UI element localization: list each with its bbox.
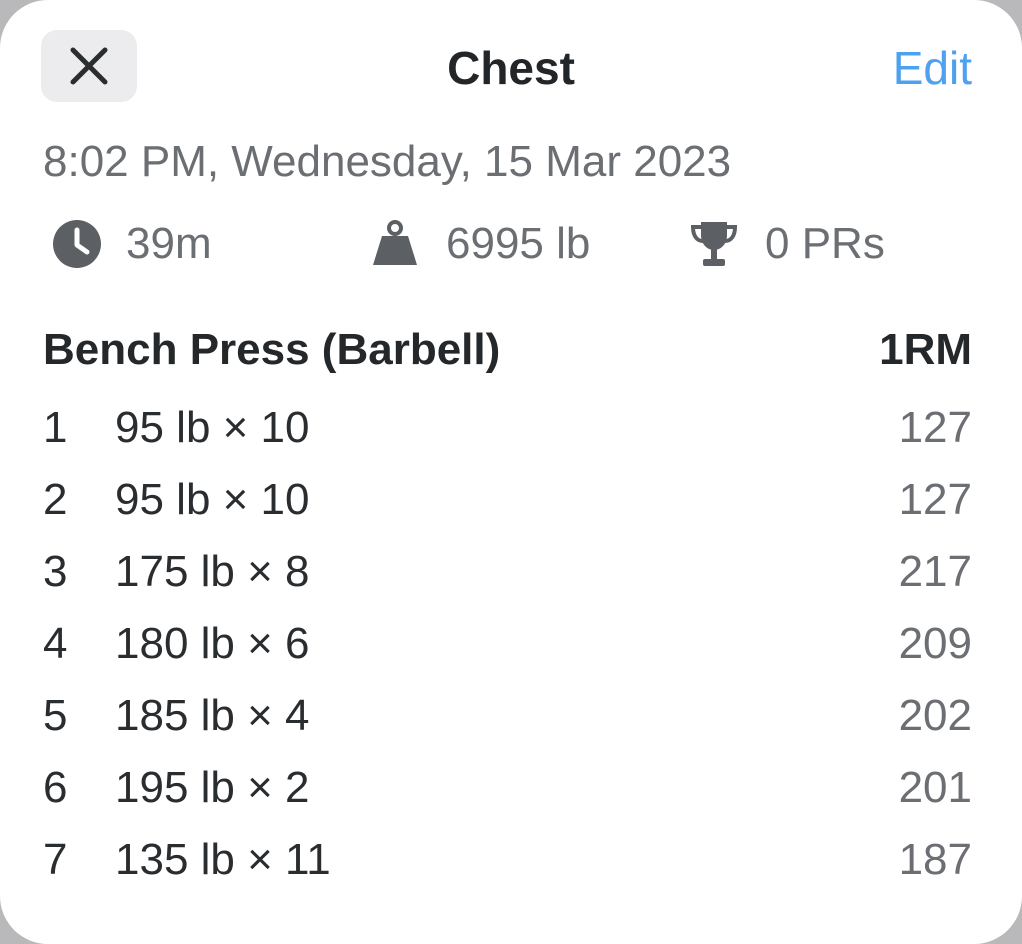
set-one-rm: 187 <box>898 835 972 884</box>
set-row: 6 195 lb × 2 201 <box>43 760 972 832</box>
set-number: 3 <box>43 547 68 596</box>
set-weight-reps: 180 lb × 6 <box>115 619 310 668</box>
set-one-rm: 201 <box>898 763 972 812</box>
weight-icon <box>370 219 420 269</box>
prs-value: 0 PRs <box>765 219 885 268</box>
set-number: 4 <box>43 619 68 668</box>
set-row: 3 175 lb × 8 217 <box>43 544 972 616</box>
set-row: 2 95 lb × 10 127 <box>43 472 972 544</box>
set-one-rm: 209 <box>898 619 972 668</box>
set-row: 7 135 lb × 11 187 <box>43 832 972 904</box>
clock-icon <box>52 219 102 269</box>
workout-detail-card: Chest Edit 8:02 PM, Wednesday, 15 Mar 20… <box>0 0 1022 944</box>
one-rm-column-label: 1RM <box>879 325 972 374</box>
set-weight-reps: 135 lb × 11 <box>115 835 331 884</box>
volume-value: 6995 lb <box>446 219 591 268</box>
set-weight-reps: 195 lb × 2 <box>115 763 310 812</box>
set-one-rm: 127 <box>898 475 972 524</box>
workout-stats: 39m 6995 lb 0 PRs <box>0 216 1022 272</box>
set-number: 5 <box>43 691 68 740</box>
set-number: 2 <box>43 475 68 524</box>
exercise-header: Bench Press (Barbell) 1RM <box>43 322 972 378</box>
edit-button[interactable]: Edit <box>893 40 972 96</box>
exercise-name: Bench Press (Barbell) <box>43 325 501 374</box>
set-weight-reps: 95 lb × 10 <box>115 403 310 452</box>
set-one-rm: 127 <box>898 403 972 452</box>
set-row: 4 180 lb × 6 209 <box>43 616 972 688</box>
set-number: 7 <box>43 835 68 884</box>
set-weight-reps: 95 lb × 10 <box>115 475 310 524</box>
workout-datetime: 8:02 PM, Wednesday, 15 Mar 2023 <box>43 137 732 186</box>
set-weight-reps: 175 lb × 8 <box>115 547 310 596</box>
set-list: 1 95 lb × 10 127 2 95 lb × 10 127 3 175 … <box>43 400 972 904</box>
stat-duration: 39m <box>52 216 212 272</box>
trophy-icon <box>689 219 739 269</box>
stat-volume: 6995 lb <box>370 216 590 272</box>
set-one-rm: 202 <box>898 691 972 740</box>
set-number: 1 <box>43 403 68 452</box>
set-row: 5 185 lb × 4 202 <box>43 688 972 760</box>
duration-value: 39m <box>126 219 212 268</box>
set-row: 1 95 lb × 10 127 <box>43 400 972 472</box>
workout-title: Chest <box>447 42 575 94</box>
set-number: 6 <box>43 763 68 812</box>
set-one-rm: 217 <box>898 547 972 596</box>
stat-prs: 0 PRs <box>689 216 885 272</box>
set-weight-reps: 185 lb × 4 <box>115 691 310 740</box>
